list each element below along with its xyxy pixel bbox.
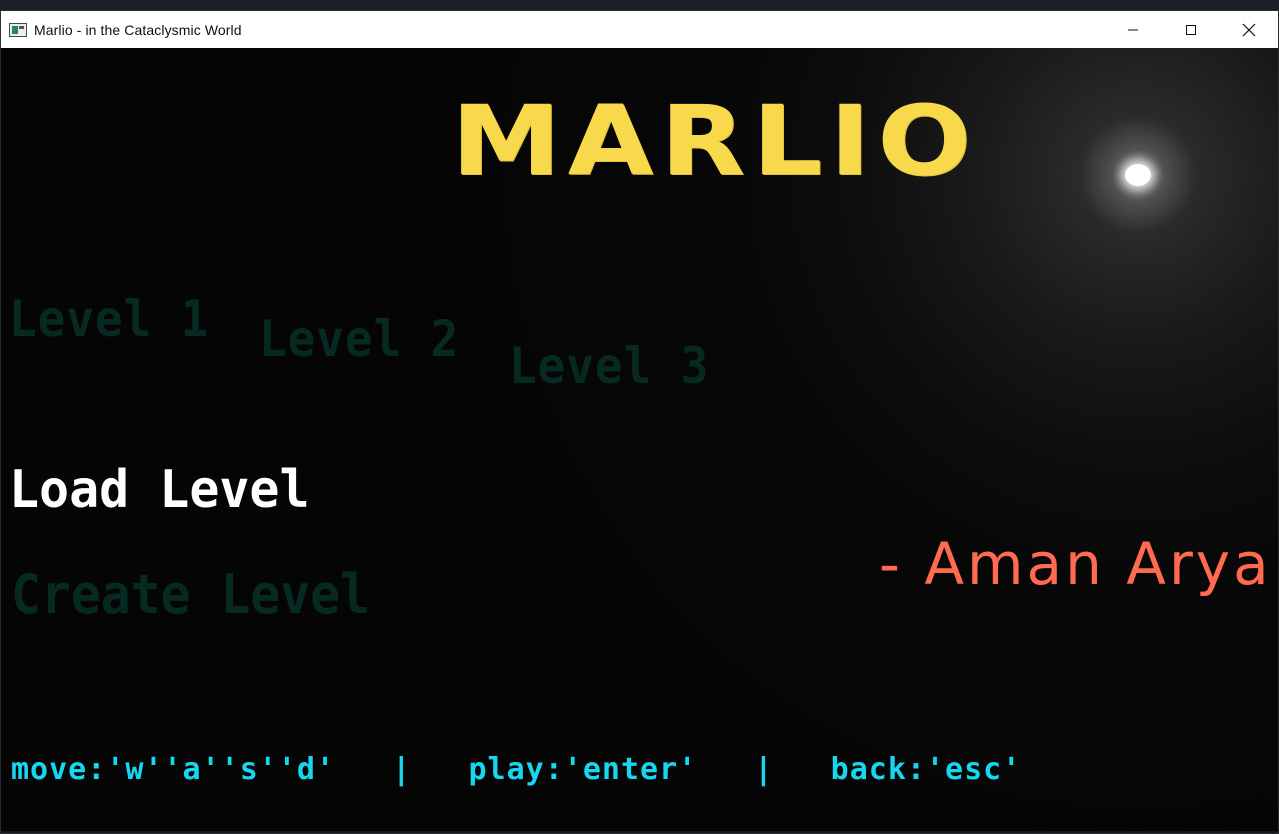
game-canvas[interactable]: MARLIO Level 1 Level 2 Level 3 Load Leve… (1, 48, 1278, 833)
controls-hint: move:'w''a''s''d' | play:'enter' | back:… (11, 752, 1022, 787)
moon (1125, 164, 1151, 186)
author-credit: - Aman Arya (879, 530, 1272, 598)
window-title: Marlio - in the Cataclysmic World (34, 21, 242, 38)
app-window-icon (9, 22, 27, 37)
minimize-button[interactable] (1104, 11, 1162, 48)
desktop-strip (0, 0, 1279, 10)
level-3-option[interactable]: Level 3 (509, 337, 709, 395)
load-level-menu-item[interactable]: Load Level (9, 460, 310, 520)
level-2-option[interactable]: Level 2 (259, 310, 459, 368)
create-level-menu-item[interactable]: Create Level (11, 563, 370, 626)
window-bottom-edge (1, 831, 1278, 833)
title-bar[interactable]: Marlio - in the Cataclysmic World (1, 11, 1278, 48)
close-button[interactable] (1220, 11, 1278, 48)
level-1-option[interactable]: Level 1 (9, 290, 209, 348)
maximize-button[interactable] (1162, 11, 1220, 48)
window-controls (1104, 11, 1278, 48)
close-icon (1242, 23, 1256, 36)
minimize-icon (1128, 29, 1138, 30)
game-logo: MARLIO (451, 85, 978, 197)
game-window: Marlio - in the Cataclysmic World MARLIO… (0, 10, 1279, 834)
maximize-icon (1186, 24, 1196, 35)
